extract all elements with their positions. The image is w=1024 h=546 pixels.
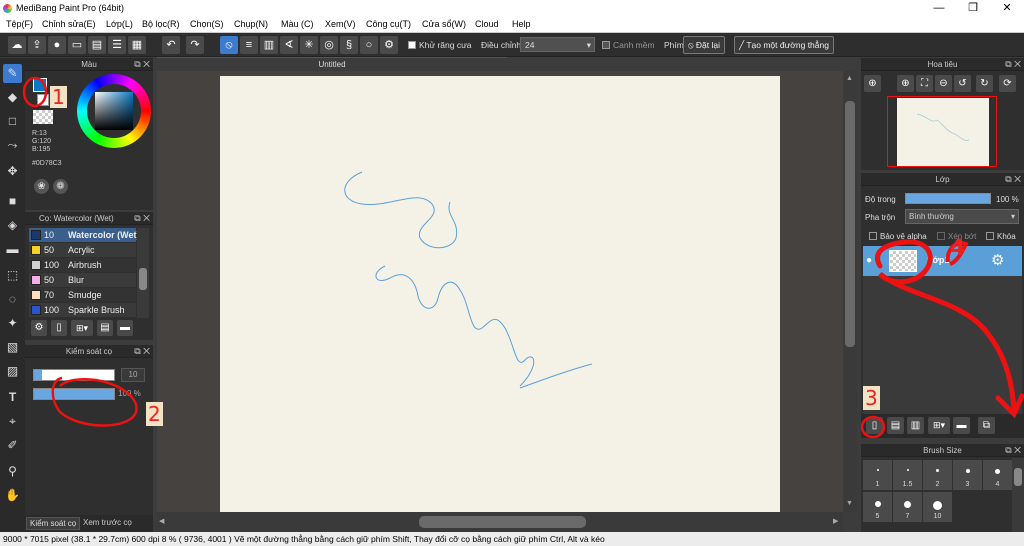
annotation-arrowhead <box>995 393 1024 419</box>
annotation-label-4: 4 <box>950 236 966 261</box>
annotation-label-1: 1 <box>50 85 67 109</box>
app-window: MediBang Paint Pro (64bit) — ❐ ✕ Tệp(F) … <box>0 0 1024 546</box>
annotation-label-2: 2 <box>146 402 163 426</box>
annotation-circle-1 <box>22 76 48 108</box>
annotation-overlay <box>22 76 1024 439</box>
annotation-label-3: 3 <box>863 386 880 410</box>
annotation-arrow <box>875 239 1017 413</box>
annotation-circle-3 <box>860 415 886 439</box>
status-bar: 9000 * 7015 pixel (38.1 * 29.7cm) 600 dp… <box>0 532 1024 546</box>
annotation-circle-2 <box>51 376 138 427</box>
